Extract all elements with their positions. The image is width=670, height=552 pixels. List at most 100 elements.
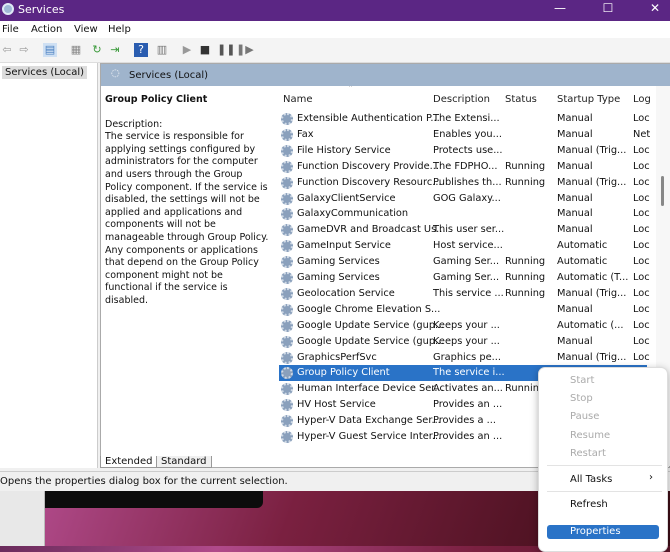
menu-item-refresh[interactable]: Refresh [570,499,608,510]
service-gear-icon [281,431,293,443]
table-row[interactable]: File History Service Protects use... Manua… [279,143,650,159]
service-name: GraphicsPerfSvc [297,351,377,363]
service-name: Gaming Services [297,256,380,268]
service-log-on-as: Loc [633,240,650,252]
background-window-dark [45,491,263,508]
service-startup-type: Manual (Trig... [557,144,627,156]
column-header-log-on-as[interactable]: Log [633,94,651,105]
menu-help[interactable]: Help [108,24,131,35]
pause-service-icon[interactable]: ❚❚ [217,43,235,57]
service-status: Running [505,176,546,188]
menu-action[interactable]: Action [31,24,62,35]
table-row[interactable]: Google Chrome Elevation S... Manual Loc [279,302,650,318]
menu-item-start: Start [570,375,595,386]
table-row[interactable]: Gaming Services Gaming Ser... Running Autom… [279,270,650,286]
table-row[interactable]: GalaxyCommunication Manual Loc [279,206,650,222]
service-name: GalaxyCommunication [297,208,409,220]
action-pane-icon[interactable]: ▥ [155,43,169,57]
service-description: This user ser... [433,224,505,236]
tab-standard[interactable]: Standard [156,456,212,468]
export-list-icon[interactable]: ⇥ [108,43,122,57]
service-name: Human Interface Device Ser... [297,383,444,395]
service-description: Keeps your ... [433,335,500,347]
service-gear-icon [281,319,293,332]
table-row[interactable]: Fax Enables you... Manual Net [279,127,650,143]
service-gear-icon [281,160,293,173]
service-name: GameInput Service [297,240,391,252]
properties-toolbar-icon[interactable]: ▦ [69,43,83,57]
help-icon[interactable]: ? [134,43,148,57]
service-gear-icon [281,144,293,157]
start-service-icon[interactable]: ▶ [180,43,194,57]
service-log-on-as: Loc [633,160,650,172]
service-gear-icon [281,335,293,348]
service-description: GOG Galaxy... [433,192,501,204]
table-row[interactable]: Extensible Authentication P... The Extens… [279,111,650,127]
table-row[interactable]: Function Discovery Resourc... Publishes t… [279,175,650,191]
back-icon[interactable]: ⇦ [0,43,14,57]
stop-service-icon[interactable]: ■ [198,43,212,57]
service-log-on-as: Loc [633,192,650,204]
service-gear-icon [281,303,293,316]
tab-extended[interactable]: Extended [100,456,158,468]
forward-icon[interactable]: ⇨ [17,43,31,57]
service-startup-type: Manual [557,113,593,124]
table-row[interactable]: GraphicsPerfSvc Graphics pe... Manual (Tri… [279,350,650,366]
service-description: This service ... [433,287,504,299]
table-row[interactable]: Gaming Services Gaming Ser... Running Autom… [279,254,650,270]
service-gear-icon [281,272,293,284]
show-hide-console-tree-icon[interactable]: ▤ [43,43,57,57]
menu-view[interactable]: View [74,24,98,35]
service-status: Running [505,287,546,299]
service-description: Protects use... [433,144,503,156]
service-name: Gaming Services [297,272,380,283]
service-gear-icon [281,128,293,141]
maximize-button[interactable]: ☐ [593,1,623,15]
menu-separator [547,465,662,466]
service-description: Provides a ... [433,415,496,427]
service-log-on-as: Loc [633,319,650,331]
tree-item-services-local[interactable]: Services (Local) [2,66,88,79]
refresh-icon[interactable]: ↻ [90,43,104,57]
service-gear-icon [281,351,293,364]
title-bar: Services — ☐ ✕ [0,0,670,21]
column-header-status[interactable]: Status [505,94,537,105]
table-row[interactable]: GameInput Service Host service... Automati… [279,238,650,254]
service-log-on-as: Loc [633,256,650,268]
menu-item-properties[interactable]: Properties [547,525,659,539]
close-button[interactable]: ✕ [640,1,670,15]
service-log-on-as: Loc [633,144,650,156]
service-gear-icon [281,287,293,300]
service-startup-type: Manual (Trig... [557,176,627,188]
table-row[interactable]: GameDVR and Broadcast Us... This user ser… [279,222,650,238]
table-row[interactable]: Google Update Service (gup... Keeps your … [279,318,650,334]
menu-file[interactable]: File [2,24,19,35]
service-log-on-as: Loc [633,351,650,363]
service-description: Graphics pe... [433,351,501,363]
service-log-on-as: Loc [633,335,650,347]
service-log-on-as: Loc [633,287,650,299]
service-name: Hyper-V Guest Service Inter... [297,431,442,442]
service-name: Extensible Authentication P... [297,113,440,124]
menu-item-resume: Resume [570,430,611,441]
service-startup-type: Manual [557,224,593,236]
minimize-button[interactable]: — [545,1,575,15]
table-row[interactable]: Geolocation Service This service ... Runni… [279,286,650,302]
restart-service-icon[interactable]: ❚▶ [236,43,254,57]
column-header-description[interactable]: Description [433,94,490,105]
service-gear-icon [281,383,293,396]
service-description: The Extensi... [433,113,500,124]
status-text: Opens the properties dialog box for the … [0,476,288,487]
table-row[interactable]: Google Update Service (gup... Keeps your … [279,334,650,350]
scrollbar-thumb[interactable] [661,176,664,206]
column-header-startup-type[interactable]: Startup Type [557,94,620,105]
description-text: The service is responsible for applying … [105,131,269,306]
table-row[interactable]: Function Discovery Provide... The FDPHO..… [279,159,650,175]
selected-service-name: Group Policy Client [105,94,208,105]
table-row[interactable]: GalaxyClientService GOG Galaxy... Manual Lo… [279,191,650,207]
background-window [0,491,45,546]
service-description: The service i... [433,367,505,379]
menu-item-all-tasks[interactable]: All Tasks [570,474,612,485]
service-description: Enables you... [433,128,502,140]
column-header-name[interactable]: Name [283,94,313,105]
